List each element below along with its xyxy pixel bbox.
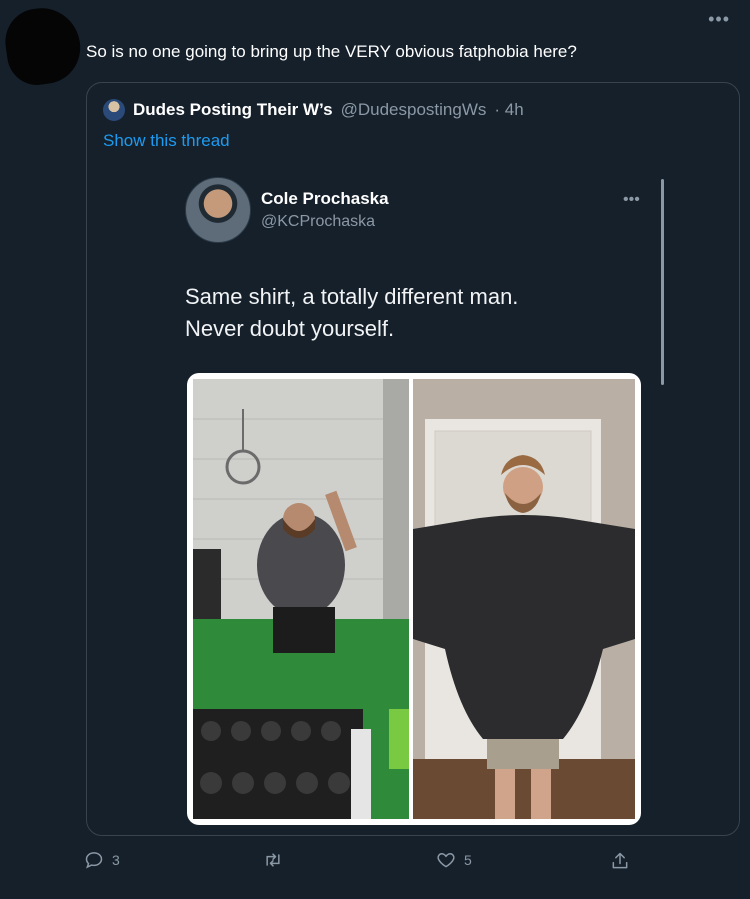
before-photo-illustration <box>193 379 409 819</box>
inner-tweet-text: Same shirt, a totally different man. Nev… <box>185 281 665 345</box>
inner-more-icon: ••• <box>623 191 640 208</box>
share-icon <box>612 852 628 869</box>
before-after-photo[interactable] <box>187 373 641 825</box>
after-photo <box>413 379 635 819</box>
inner-author-handle: @KCProchaska <box>261 213 376 230</box>
redacted-avatar <box>1 3 85 89</box>
share-button[interactable] <box>610 850 630 872</box>
before-photo <box>193 379 409 819</box>
retweet-button[interactable] <box>262 850 292 870</box>
quoted-tweet-header: Dudes Posting Their W’s @DudespostingWs … <box>103 99 524 121</box>
quoted-tweet-card[interactable]: Dudes Posting Their W’s @DudespostingWs … <box>86 82 740 836</box>
quoted-author-name[interactable]: Dudes Posting Their W’s <box>133 100 333 120</box>
inner-author-avatar <box>185 177 251 243</box>
like-count: 5 <box>464 852 472 868</box>
tweet-text: So is no one going to bring up the VERY … <box>86 42 577 61</box>
inner-tweet-line-2: Never doubt yourself. <box>185 316 395 341</box>
quoted-author-handle[interactable]: @DudespostingWs <box>341 100 487 120</box>
heart-icon <box>437 852 455 868</box>
show-thread-link[interactable]: Show this thread <box>103 131 230 151</box>
more-icon[interactable]: ••• <box>708 10 730 28</box>
reply-icon <box>85 852 103 869</box>
like-button[interactable]: 5 <box>436 850 472 870</box>
scrollbar[interactable] <box>661 179 664 385</box>
reply-button[interactable]: 3 <box>84 850 120 870</box>
retweet-icon <box>266 853 280 867</box>
inner-author-name: Cole Prochaska <box>261 189 389 208</box>
tweet-actions: 3 5 <box>0 850 750 880</box>
after-photo-illustration <box>413 379 635 819</box>
quoted-tweet-time: · 4h <box>494 100 524 119</box>
quoted-author-avatar[interactable] <box>103 99 125 121</box>
reply-count: 3 <box>112 852 120 868</box>
inner-tweet-line-1: Same shirt, a totally different man. <box>185 284 519 309</box>
